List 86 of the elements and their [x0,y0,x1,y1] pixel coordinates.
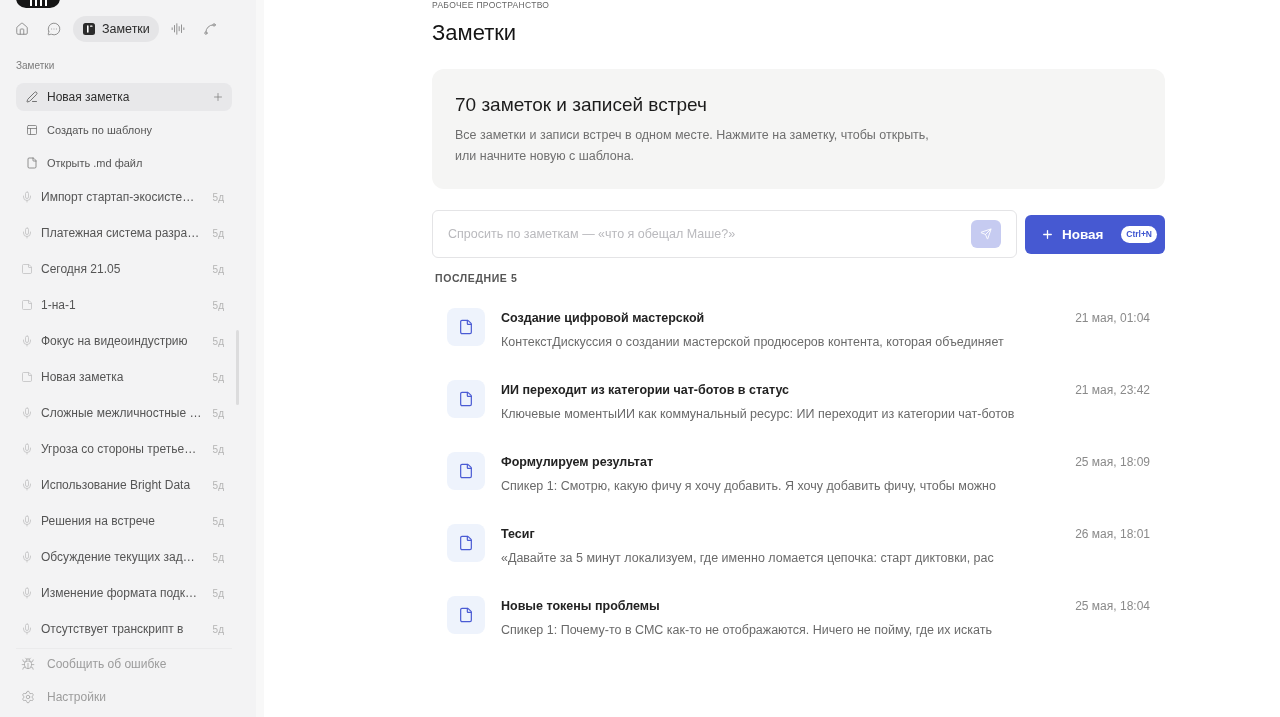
note-age: 5д [212,587,224,599]
note-icon [21,263,33,275]
note-age: 5д [212,623,224,635]
microphone-icon [21,515,33,527]
file-icon [26,157,38,169]
file-icon [447,596,485,634]
open-file-button[interactable]: Открыть .md файл [16,149,232,177]
recent-snippet: Ключевые моментыИИ как коммунальный ресурс: ИИ переходит из категории чат-ботов [501,406,1016,422]
recent-title[interactable]: ИИ переходит из категории чат-ботов в статус [501,382,789,398]
file-icon [447,524,485,562]
microphone-icon [21,551,33,563]
send-icon [980,228,992,240]
template-icon [26,124,38,136]
note-age: 5д [212,191,224,203]
note-age: 5д [212,371,224,383]
settings-icon [21,690,35,704]
file-icon [447,308,485,346]
microphone-icon [21,407,33,419]
note-icon [21,299,33,311]
note-icon [21,371,33,383]
microphone-icon [21,191,33,203]
note-age: 5д [212,263,224,275]
note-age: 5д [212,551,224,563]
note-age: 5д [212,227,224,239]
note-age: 5д [212,479,224,491]
recent-title[interactable]: Тесиг [501,526,535,542]
note-title[interactable]: Угроза со стороны третье… [41,442,205,456]
file-icon [447,380,485,418]
microphone-icon [21,587,33,599]
note-title[interactable]: Сложные межличностные … [41,406,205,420]
note-title[interactable]: Платежная система разра… [41,226,205,240]
note-age: 5д [212,515,224,527]
microphone-icon [21,335,33,347]
note-title[interactable]: Обсуждение текущих зад… [41,550,205,564]
note-title[interactable]: Фокус на видеоиндустрию [41,334,205,348]
recent-title[interactable]: Новые токены проблемы [501,598,660,614]
note-title[interactable]: 1-на-1 [41,298,205,312]
workspace-label: РАБОЧЕЕ ПРОСТРАНСТВО [432,0,551,10]
notebook-icon [82,22,96,36]
note-age: 5д [212,299,224,311]
note-age: 5д [212,443,224,455]
recent-date: 25 мая, 18:09 [1075,454,1150,470]
note-title[interactable]: Использование Bright Data [41,478,205,492]
recent-snippet: КонтекстДискуссия о создании мастерской продюсеров контента, которая объединяет [501,334,1005,350]
summary-description: Все заметки и записи встреч в одном месте. Нажмите на заметку, чтобы открыть, или начните новую с шаблона. [455,127,930,165]
recent-date: 21 мая, 01:04 [1075,310,1150,326]
note-title[interactable]: Новая заметка [41,370,205,384]
recent-date: 26 мая, 18:01 [1075,526,1150,542]
chat-icon [47,22,61,36]
bug-icon [21,657,35,671]
home-icon [15,22,29,36]
note-age: 5д [212,407,224,419]
note-title[interactable]: Решения на встрече [41,514,205,528]
recent-title[interactable]: Создание цифровой мастерской [501,310,705,326]
recent-title[interactable]: Формулируем результат [501,454,654,470]
plus-icon [1041,227,1054,241]
recent-snippet: Спикер 1: Смотрю, какую фичу я хочу добавить. Я хочу добавить фичу, чтобы можно [501,478,997,494]
nav-tab[interactable]: Заметки [73,16,159,42]
recent-snippet: «Давайте за 5 минут локализуем, где именно ломается цепочка: старт диктовки, рас [501,550,995,566]
note-title[interactable]: Отсутствует транскрипт в [41,622,205,636]
waveform-icon [170,22,185,36]
microphone-icon [21,623,33,635]
send-button[interactable] [971,220,1001,248]
recent-snippet: Спикер 1: Почему-то в СМС как-то не отображаются. Ничего не пойму, где их искать [501,622,993,638]
new-note-button[interactable]: Новая заметка [16,83,232,111]
note-title[interactable]: Импорт стартап-экосисте… [41,190,205,204]
recent-heading: ПОСЛЕДНИЕ 5 [434,272,519,284]
note-title[interactable]: Сегодня 21.05 [41,262,205,276]
microphone-icon [21,479,33,491]
recent-date: 25 мая, 18:04 [1075,598,1150,614]
page-title: Заметки [432,20,518,46]
microphone-icon [21,443,33,455]
plus-icon [212,91,224,103]
file-icon [447,452,485,490]
note-title[interactable]: Изменение формата подк… [41,586,205,600]
template-button[interactable]: Создать по шаблону [16,116,232,144]
note-age: 5д [212,335,224,347]
new-button[interactable]: Новая Ctrl+N [1025,214,1165,254]
section-label: Заметки [16,60,56,72]
shortcut-hint: Ctrl+N [1121,225,1157,243]
ask-field[interactable]: Спросить по заметкам — «что я обещал Маше?» [432,210,1017,258]
recent-date: 21 мая, 23:42 [1075,382,1150,398]
pencil-icon [26,91,38,103]
microphone-icon [21,227,33,239]
summary-heading: 70 заметок и записей встреч [455,93,708,117]
curve-icon [202,22,217,36]
